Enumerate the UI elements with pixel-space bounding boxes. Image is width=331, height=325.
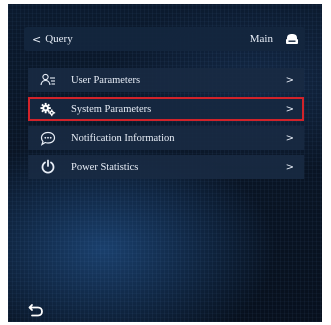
chat-bubble-icon [40, 130, 56, 146]
device-screen: < Query Main User Parameters > System Pa… [8, 4, 322, 322]
gears-icon [40, 101, 56, 117]
menu-item-power-statistics[interactable]: Power Statistics > [28, 155, 304, 179]
menu-item-system-parameters[interactable]: System Parameters > [28, 97, 304, 121]
chevron-left-icon: < [32, 32, 42, 46]
menu-list: User Parameters > System Parameters > No… [28, 68, 304, 184]
menu-item-user-parameters[interactable]: User Parameters > [28, 68, 304, 92]
return-arrow-icon[interactable] [28, 303, 44, 317]
top-bar: < Query Main [24, 27, 305, 51]
chevron-right-icon: > [285, 103, 294, 115]
back-button[interactable]: < Query [32, 33, 73, 46]
menu-item-label: Power Statistics [71, 161, 139, 173]
back-label: Query [45, 33, 73, 45]
main-label[interactable]: Main [250, 33, 273, 45]
menu-item-notification-information[interactable]: Notification Information > [28, 126, 304, 150]
chevron-right-icon: > [285, 161, 294, 173]
menu-item-label: User Parameters [71, 74, 141, 86]
chevron-right-icon: > [285, 74, 294, 86]
menu-item-label: Notification Information [71, 132, 175, 144]
home-icon[interactable] [285, 33, 299, 45]
users-icon [40, 72, 56, 88]
power-icon [40, 159, 56, 175]
chevron-right-icon: > [285, 132, 294, 144]
menu-item-label: System Parameters [71, 103, 152, 115]
